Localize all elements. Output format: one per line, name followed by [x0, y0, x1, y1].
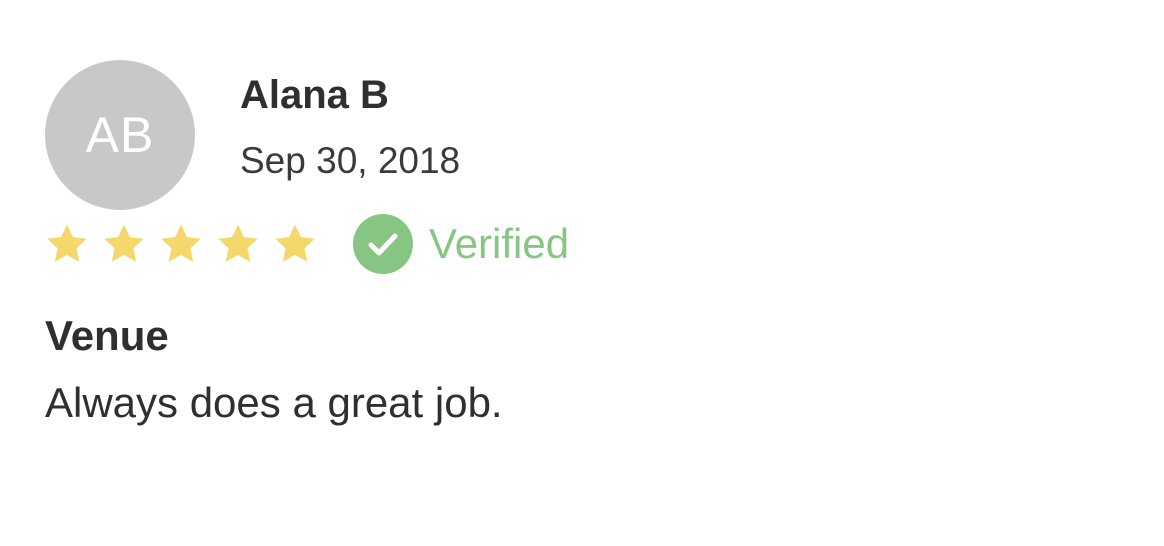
review-title: Venue: [45, 312, 169, 359]
star-rating: [44, 221, 329, 267]
review-date: Sep 30, 2018: [240, 140, 461, 181]
star-icon: [104, 224, 144, 262]
review-card: AB Alana B Sep 30, 2018 Verified Venue A…: [0, 0, 1164, 546]
review-body: Always does a great job.: [45, 379, 503, 426]
star-icon: [161, 224, 201, 262]
check-circle-icon: [353, 214, 413, 274]
verified-badge: Verified: [353, 214, 569, 274]
avatar: AB: [45, 60, 195, 210]
reviewer-name: Alana B: [240, 73, 389, 117]
star-icon: [47, 224, 87, 262]
reviewer-identity: Alana B Sep 30, 2018: [240, 60, 460, 210]
verified-label: Verified: [429, 220, 570, 267]
review-header: AB Alana B Sep 30, 2018: [45, 60, 460, 210]
star-icon: [275, 224, 315, 262]
star-icon: [218, 224, 258, 262]
rating-row: Verified: [44, 213, 569, 275]
